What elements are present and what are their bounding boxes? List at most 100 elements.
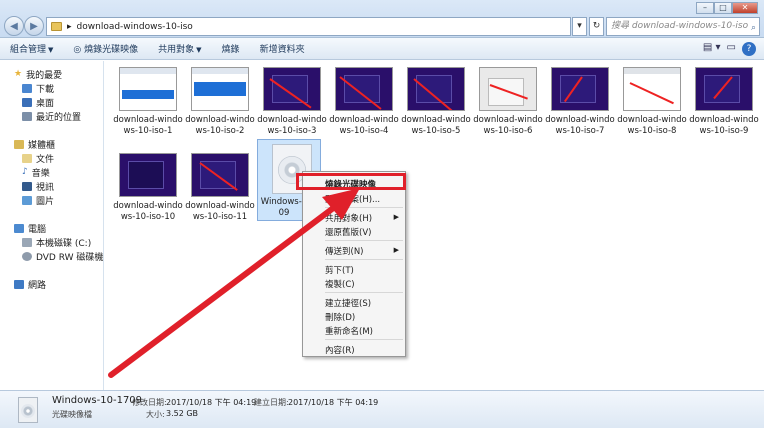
burn-image-button[interactable]: ◎ 燒錄光碟映像: [63, 42, 148, 55]
size-value: 3.52 GB: [166, 409, 199, 418]
file-name: download-windows-10-iso-8: [617, 115, 687, 136]
image-thumbnail: [263, 67, 321, 111]
new-folder-button[interactable]: 新增資料夾: [250, 42, 315, 55]
list-item[interactable]: download-windows-10-iso-4: [329, 67, 399, 137]
file-name: download-windows-10-iso-7: [545, 115, 615, 136]
navigation-pane: ★ 我的最愛 下載 桌面 最近的位置 媒體櫃 文件 ♪ 音樂 視訊 圖片 電腦 本機…: [0, 61, 118, 390]
file-name: download-windows-10-iso-10: [113, 201, 183, 222]
burn-button[interactable]: 燒錄: [212, 42, 250, 55]
star-icon: ★: [14, 69, 23, 79]
sidebar-item-recent[interactable]: 最近的位置: [22, 109, 81, 123]
desktop-icon: [22, 97, 32, 107]
pictures-icon: [22, 195, 32, 205]
dvd-drive-icon: [22, 251, 32, 261]
file-name: download-windows-10-iso-5: [401, 115, 471, 136]
list-item[interactable]: download-windows-10-iso-8: [617, 67, 687, 137]
list-item[interactable]: download-windows-10-iso-10: [113, 153, 183, 223]
sidebar-item-videos[interactable]: 視訊: [22, 179, 54, 193]
chevron-down-icon: ▼: [196, 46, 202, 54]
menu-item-share[interactable]: 共用對象(H): [325, 212, 372, 224]
sidebar-item-computer[interactable]: 電腦: [14, 221, 46, 235]
image-thumbnail: [623, 67, 681, 111]
breadcrumb-folder[interactable]: download-windows-10-iso: [77, 22, 193, 32]
refresh-icon[interactable]: ↻: [589, 17, 604, 36]
list-item[interactable]: download-windows-10-iso-5: [401, 67, 471, 137]
sidebar-item-music[interactable]: ♪ 音樂: [22, 165, 50, 179]
documents-icon: [22, 153, 32, 163]
list-item[interactable]: download-windows-10-iso-6: [473, 67, 543, 137]
sidebar-item-local-disk[interactable]: 本機磁碟 (C:): [22, 235, 91, 249]
file-name: download-windows-10-iso-1: [113, 115, 183, 136]
menu-item-open-with[interactable]: 開啟檔案(H)...: [325, 193, 380, 205]
forward-button[interactable]: ▶: [24, 16, 44, 36]
close-button[interactable]: ✕: [732, 2, 758, 14]
sidebar-item-dvd[interactable]: DVD RW 磁碟機 (E:: [22, 249, 118, 263]
list-item[interactable]: download-windows-10-iso-11: [185, 153, 255, 223]
sidebar-item-pictures[interactable]: 圖片: [22, 193, 54, 207]
image-thumbnail: [479, 67, 537, 111]
details-file-name: Windows-10-1709: [52, 395, 143, 406]
image-thumbnail: [551, 67, 609, 111]
sidebar-item-desktop[interactable]: 桌面: [22, 95, 54, 109]
download-folder-icon: [22, 83, 32, 93]
back-button[interactable]: ◀: [4, 16, 24, 36]
menu-item-create-shortcut[interactable]: 建立捷徑(S): [325, 297, 371, 309]
search-input[interactable]: 搜尋 download-windows-10-iso ⌕: [606, 17, 760, 36]
maximize-button[interactable]: □: [714, 2, 732, 14]
sidebar-item-documents[interactable]: 文件: [22, 151, 54, 165]
sidebar-item-libraries[interactable]: 媒體櫃: [14, 137, 55, 151]
view-options-icon[interactable]: ▤ ▾: [703, 42, 721, 56]
address-bar[interactable]: ▸ download-windows-10-iso: [46, 17, 571, 36]
chevron-down-icon: ▼: [48, 46, 54, 54]
disc-image-icon: [18, 397, 38, 423]
preview-pane-icon[interactable]: ▭: [727, 42, 736, 56]
highlight-box: [296, 173, 406, 190]
menu-item-cut[interactable]: 剪下(T): [325, 264, 354, 276]
sidebar-item-favorites[interactable]: ★ 我的最愛: [14, 67, 62, 81]
list-item[interactable]: download-windows-10-iso-1: [113, 67, 183, 137]
search-icon[interactable]: ⌕: [751, 20, 756, 37]
file-name: download-windows-10-iso-4: [329, 115, 399, 136]
file-name: Windows-1 09: [260, 197, 308, 218]
menu-item-restore[interactable]: 還原舊版(V): [325, 226, 371, 238]
menu-item-send-to[interactable]: 傳送到(N): [325, 245, 364, 257]
menu-item-properties[interactable]: 內容(R): [325, 344, 355, 356]
sidebar-item-downloads[interactable]: 下載: [22, 81, 54, 95]
music-icon: ♪: [22, 167, 28, 177]
disc-icon: ◎: [73, 45, 85, 55]
image-thumbnail: [119, 153, 177, 197]
image-thumbnail: [407, 67, 465, 111]
list-item[interactable]: download-windows-10-iso-2: [185, 67, 255, 137]
hard-disk-icon: [22, 237, 32, 247]
file-name: download-windows-10-iso-6: [473, 115, 543, 136]
organize-menu[interactable]: 組合管理 ▼: [0, 42, 63, 55]
menu-separator: [325, 259, 403, 260]
minimize-button[interactable]: –: [696, 2, 714, 14]
menu-separator: [325, 339, 403, 340]
list-item[interactable]: download-windows-10-iso-9: [689, 67, 759, 137]
menu-separator: [325, 292, 403, 293]
file-name: download-windows-10-iso-2: [185, 115, 255, 136]
search-placeholder: 搜尋 download-windows-10-iso: [611, 21, 749, 31]
library-icon: [14, 139, 24, 149]
modified-label: 修改日期:: [132, 398, 167, 407]
image-thumbnail: [191, 67, 249, 111]
recent-places-icon: [22, 111, 32, 121]
menu-item-rename[interactable]: 重新命名(M): [325, 325, 373, 337]
details-pane: Windows-10-1709 光碟映像檔 修改日期: 2017/10/18 下…: [0, 390, 764, 428]
sidebar-item-network[interactable]: 網路: [14, 277, 46, 291]
file-name: download-windows-10-iso-3: [257, 115, 327, 136]
computer-icon: [14, 223, 24, 233]
menu-item-delete[interactable]: 刪除(D): [325, 311, 355, 323]
list-item[interactable]: download-windows-10-iso-7: [545, 67, 615, 137]
share-menu[interactable]: 共用對象 ▼: [148, 42, 211, 55]
menu-item-copy[interactable]: 複製(C): [325, 278, 355, 290]
details-file-type: 光碟映像檔: [52, 410, 92, 419]
address-dropdown-button[interactable]: ▾: [572, 17, 587, 36]
help-icon[interactable]: ?: [742, 42, 756, 56]
breadcrumb-arrow[interactable]: ▸: [67, 22, 72, 32]
list-item[interactable]: download-windows-10-iso-3: [257, 67, 327, 137]
submenu-arrow-icon: ▶: [393, 246, 399, 254]
menu-separator: [325, 240, 403, 241]
file-name: download-windows-10-iso-9: [689, 115, 759, 136]
